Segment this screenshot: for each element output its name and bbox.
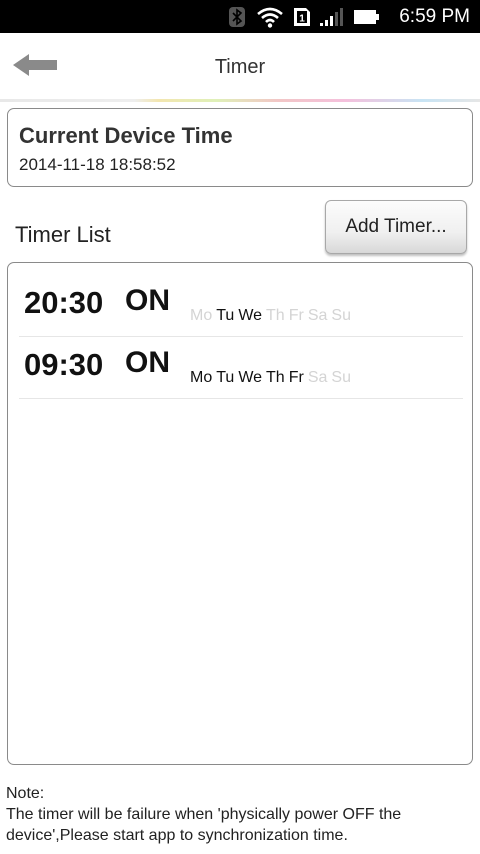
timer-time: 09:30 [24, 347, 104, 382]
status-time: 6:59 PM [399, 6, 470, 27]
day-th: Th [266, 369, 285, 386]
sim-icon: 1 [292, 0, 312, 33]
day-fr: Fr [288, 369, 304, 386]
device-time-title: Current Device Time [19, 123, 233, 148]
timer-state: ON [125, 284, 170, 317]
note-text: The timer will be failure when 'physical… [6, 806, 402, 844]
add-timer-button[interactable]: Add Timer... [325, 200, 467, 254]
day-tu: Tu [216, 307, 235, 324]
timer-time: 20:30 [24, 285, 104, 320]
battery-icon [352, 0, 382, 33]
timer-list-label: Timer List [15, 222, 111, 247]
day-th: Th [266, 307, 285, 324]
timer-days: Mo Tu We Th Fr Sa Su [190, 369, 355, 387]
timer-list: 20:30 ON Mo Tu We Th Fr Sa Su 09:30 ON Mo Tu We T… [7, 262, 473, 765]
timer-state: ON [125, 346, 170, 379]
timer-row[interactable]: 09:30 ON Mo Tu We Th Fr Sa Su [19, 337, 463, 399]
wifi-icon [256, 0, 284, 33]
day-mo: Mo [190, 307, 213, 324]
day-su: Su [331, 307, 351, 324]
arrow-left-icon [11, 52, 61, 83]
day-tu: Tu [216, 369, 235, 386]
svg-text:1: 1 [299, 13, 305, 24]
note-label: Note: [6, 785, 45, 802]
status-bar: 1 6:59 PM [0, 0, 480, 33]
timer-days: Mo Tu We Th Fr Sa Su [190, 307, 355, 325]
device-time-value: 2014-11-18 18:58:52 [19, 155, 176, 174]
device-time-card: Current Device Time 2014-11-18 18:58:52 [7, 108, 473, 187]
timer-row[interactable]: 20:30 ON Mo Tu We Th Fr Sa Su [19, 275, 463, 337]
day-mo: Mo [190, 369, 213, 386]
back-button[interactable] [8, 47, 64, 87]
day-sa: Sa [307, 307, 328, 324]
day-fr: Fr [288, 307, 304, 324]
header-divider [0, 99, 480, 102]
page-title: Timer [214, 56, 266, 78]
day-we: We [238, 307, 263, 324]
bluetooth-icon [228, 0, 246, 33]
day-su: Su [331, 369, 351, 386]
app-bar: Timer [0, 33, 480, 101]
signal-icon [318, 0, 344, 33]
day-sa: Sa [307, 369, 328, 386]
day-we: We [238, 369, 263, 386]
